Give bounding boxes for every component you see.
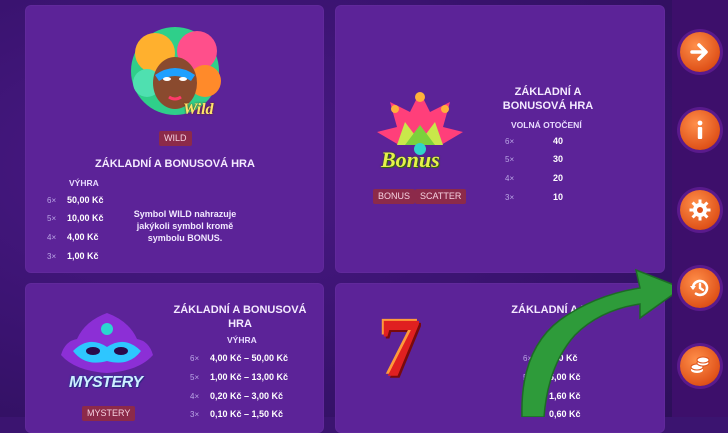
sidebar	[672, 0, 728, 417]
wild-row-6: 6× 50,00 Kč	[47, 195, 104, 205]
bonus-title: ZÁKLADNÍ A BONUSOVÁ HRA	[502, 86, 594, 112]
info-icon	[697, 120, 703, 139]
wild-title: ZÁKLADNÍ A BONUSOVÁ HRA	[95, 158, 255, 170]
wild-subhead: VÝHRA	[69, 178, 99, 188]
wild-symbol-text: Wild	[183, 101, 214, 118]
wild-badge: WILD	[159, 131, 192, 146]
history-icon	[690, 279, 709, 297]
mystery-row-3: 3× 0,10 Kč – 1,50 Kč	[190, 409, 284, 419]
mystery-symbol-text: MYSTERY	[69, 374, 143, 391]
sidebar-button-coins[interactable]	[680, 346, 720, 386]
seven-symbol-image: 7	[379, 302, 421, 395]
gear-icon	[689, 199, 711, 221]
bonus-row-6: 6× 40	[505, 136, 564, 146]
mystery-row-5: 5× 1,00 Kč – 13,00 Kč	[190, 372, 289, 382]
mystery-row-4: 4× 0,20 Kč – 3,00 Kč	[190, 391, 284, 401]
mystery-subhead: VÝHRA	[227, 335, 257, 345]
paytable-card-mystery: MYSTERY MYSTERY ZÁKLADNÍ A BONUSOVÁ HRA …	[25, 283, 324, 433]
bonus-row-3: 3× 10	[505, 192, 564, 202]
coins-icon	[690, 356, 710, 373]
paytable-card-bonus: Bonus BONUS SCATTER ZÁKLADNÍ A BONUSOVÁ …	[335, 5, 665, 273]
arrow-right-icon	[690, 43, 708, 61]
scatter-badge: SCATTER	[415, 189, 467, 204]
bonus-symbol-text: Bonus	[381, 147, 440, 172]
mystery-row-6: 6× 4,00 Kč – 50,00 Kč	[190, 353, 289, 363]
bonus-subhead: VOLNÁ OTOČENÍ	[511, 120, 582, 130]
annotation-arrow	[521, 268, 684, 417]
wild-row-5: 5× 10,00 Kč	[47, 213, 104, 223]
bonus-row-4: 4× 20	[505, 173, 564, 183]
wild-row-3: 3× 1,00 Kč	[47, 251, 99, 261]
wild-description: Symbol WILD nahrazuje jakýkoli symbol kr…	[133, 209, 237, 243]
sidebar-button-history[interactable]	[680, 268, 720, 308]
bonus-badge: BONUS	[373, 189, 416, 204]
wild-row-4: 4× 4,00 Kč	[47, 232, 99, 242]
mystery-title: ZÁKLADNÍ A BONUSOVÁ HRA	[173, 304, 307, 330]
mystery-badge: MYSTERY	[82, 406, 136, 421]
sidebar-button-arrow[interactable]	[680, 32, 720, 72]
sidebar-button-settings[interactable]	[680, 190, 720, 230]
paytable-card-wild: Wild WILD ZÁKLADNÍ A BONUSOVÁ HRA VÝHRA …	[25, 5, 324, 273]
bonus-row-5: 5× 30	[505, 154, 564, 164]
sidebar-button-info[interactable]	[680, 110, 720, 150]
